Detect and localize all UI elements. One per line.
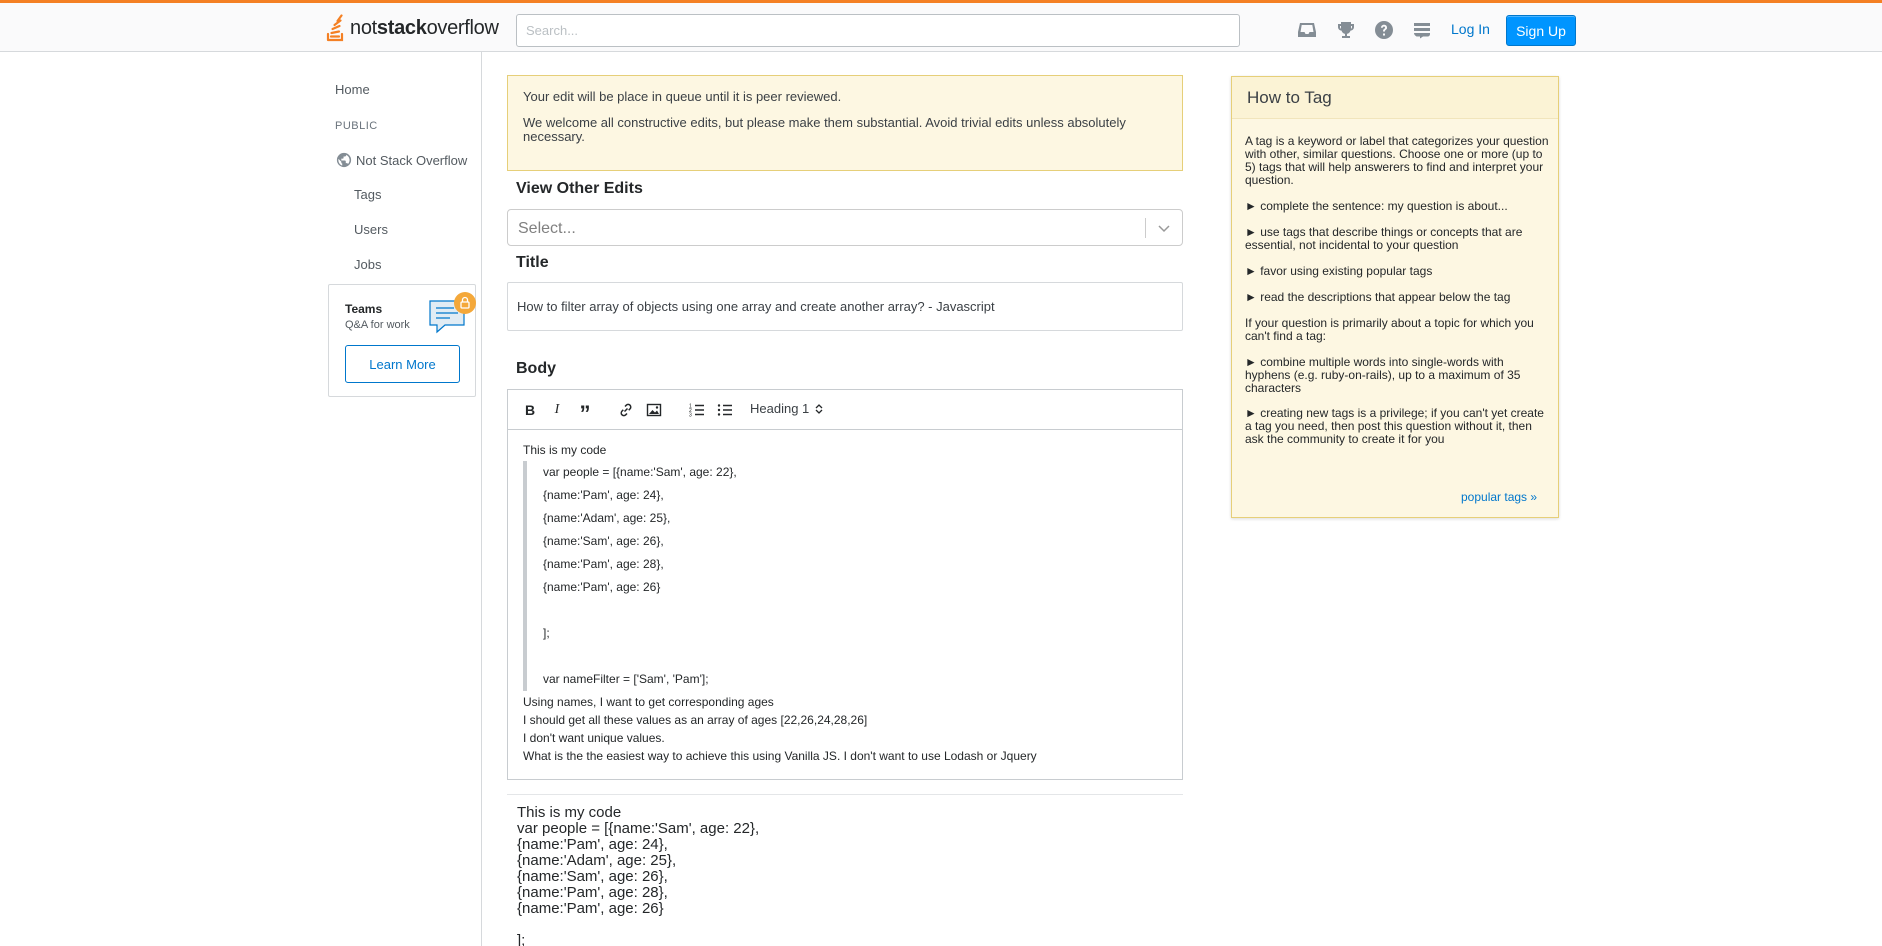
editor-text-after-quote: Using names, I want to get corresponding… — [523, 693, 1173, 765]
preview-line: {name:'Pam', age: 26} — [517, 900, 664, 917]
sidebar-item-label: Not Stack Overflow — [356, 152, 468, 168]
sidebar-item-users[interactable]: Users — [354, 222, 388, 237]
tag-tip: ► read the descriptions that appear belo… — [1245, 290, 1511, 304]
select-placeholder: Select... — [518, 220, 576, 237]
preview-line: {name:'Adam', age: 25}, — [517, 852, 677, 869]
image-icon — [646, 403, 662, 417]
stack-logo-icon — [326, 14, 344, 42]
preview-line: {name:'Sam', age: 26}, — [517, 868, 668, 885]
link-button[interactable] — [615, 400, 637, 420]
how-to-tag-panel: How to Tag A tag is a keyword or label t… — [1231, 76, 1559, 518]
editor-content[interactable]: This is my code var people = [{name:'Sam… — [523, 441, 1173, 765]
site-logo[interactable]: notstackoverflow — [324, 14, 499, 42]
globe-icon — [336, 152, 352, 168]
preview-line: {name:'Pam', age: 24}, — [517, 836, 668, 853]
italic-button[interactable]: I — [546, 400, 568, 420]
link-icon — [620, 403, 632, 417]
other-edits-select[interactable]: Select... — [507, 209, 1183, 246]
preview-line: This is my code — [517, 804, 622, 821]
review-notice: Your edit will be place in queue until i… — [507, 75, 1183, 171]
editor-intro: This is my code — [523, 443, 607, 457]
quote-line: {name:'Pam', age: 26} — [543, 580, 661, 594]
logo-prefix: not — [350, 16, 377, 39]
select-separator — [1145, 218, 1146, 238]
title-input[interactable] — [507, 282, 1183, 331]
chevron-up-down-icon — [815, 403, 823, 414]
bold-button[interactable]: B — [519, 400, 541, 420]
editor-toolbar: B I ” 123 Heading 1 — [508, 390, 1182, 430]
sidebar-item-jobs[interactable]: Jobs — [354, 257, 381, 272]
quote-line: ]; — [543, 626, 550, 640]
quote-line — [543, 645, 1173, 668]
view-other-edits-label: View Other Edits — [516, 180, 643, 197]
tag-tip: ► creating new tags is a privilege; if y… — [1245, 406, 1544, 446]
missing-tag-intro: If your question is primarily about a to… — [1245, 316, 1534, 343]
sidebar-public-heading: PUBLIC — [335, 120, 378, 132]
notice-line-1: Your edit will be place in queue until i… — [523, 89, 842, 104]
quote-line: {name:'Pam', age: 28}, — [543, 557, 664, 571]
stack-exchange-icon[interactable] — [1410, 18, 1434, 42]
chevron-down-icon[interactable] — [1156, 220, 1172, 236]
learn-more-button[interactable]: Learn More — [345, 345, 460, 383]
body-label: Body — [516, 360, 556, 377]
login-link[interactable]: Log In — [1451, 21, 1490, 37]
quote-line — [543, 599, 1173, 622]
heading-select[interactable]: Heading 1 — [750, 401, 823, 416]
trophy-icon[interactable] — [1334, 18, 1358, 42]
logo-suffix: overflow — [426, 16, 499, 39]
quote-line: {name:'Sam', age: 26}, — [543, 534, 664, 548]
sidebar-item-home[interactable]: Home — [335, 82, 370, 97]
ordered-list-icon: 123 — [689, 404, 704, 419]
body-preview: This is my code var people = [{name:'Sam… — [507, 794, 1183, 946]
tag-tip: ► combine multiple words into single-wor… — [1245, 355, 1521, 395]
image-button[interactable] — [643, 400, 665, 420]
signup-button[interactable]: Sign Up — [1506, 15, 1576, 46]
sidebar-item-tags[interactable]: Tags — [354, 187, 381, 202]
editor-line: What is the the easiest way to achieve t… — [523, 749, 1037, 763]
unordered-list-icon — [717, 404, 732, 416]
preview-line — [517, 917, 1173, 933]
preview-line: {name:'Pam', age: 28}, — [517, 884, 668, 901]
tag-tip: ► complete the sentence: my question is … — [1245, 199, 1508, 213]
editor-line: Using names, I want to get corresponding… — [523, 695, 774, 709]
editor-line: I should get all these values as an arra… — [523, 713, 868, 727]
inbox-icon[interactable] — [1295, 18, 1319, 42]
help-icon[interactable] — [1372, 18, 1396, 42]
quote-line: var people = [{name:'Sam', age: 22}, — [543, 465, 737, 479]
how-to-tag-intro: A tag is a keyword or label that categor… — [1245, 134, 1549, 187]
notice-line-2: We welcome all constructive edits, but p… — [523, 115, 1126, 144]
numbered-list-button[interactable]: 123 — [686, 400, 708, 420]
top-bar: notstackoverflow Log In Sign Up — [0, 0, 1882, 52]
popular-tags-link[interactable]: popular tags » — [1461, 490, 1537, 504]
heading-select-value: Heading 1 — [750, 401, 810, 416]
teams-subtitle: Q&A for work — [345, 319, 410, 331]
code-blockquote: var people = [{name:'Sam', age: 22}, {na… — [523, 461, 1173, 691]
svg-text:3: 3 — [689, 413, 692, 419]
quote-line: {name:'Adam', age: 25}, — [543, 511, 671, 525]
search-input[interactable] — [516, 14, 1240, 47]
teams-chat-lock-icon — [429, 292, 476, 334]
teams-promo: Teams Q&A for work Learn More — [328, 284, 476, 397]
sidebar-item-not-stack-overflow[interactable]: Not Stack Overflow — [336, 152, 467, 168]
quote-line: {name:'Pam', age: 24}, — [543, 488, 664, 502]
title-label: Title — [516, 254, 549, 271]
preview-line: var people = [{name:'Sam', age: 22}, — [517, 820, 760, 837]
left-sidebar — [0, 52, 482, 946]
tag-tip: ► favor using existing popular tags — [1245, 264, 1433, 278]
how-to-tag-header: How to Tag — [1232, 77, 1558, 119]
quote-button[interactable]: ” — [574, 400, 596, 426]
quote-line: var nameFilter = ['Sam', 'Pam']; — [543, 672, 709, 686]
teams-title: Teams — [345, 302, 383, 316]
preview-line: ]; — [517, 932, 526, 946]
logo-text: notstackoverflow — [350, 17, 499, 40]
bulleted-list-button[interactable] — [714, 400, 736, 420]
how-to-tag-title: How to Tag — [1247, 88, 1332, 107]
body-editor[interactable]: B I ” 123 Heading 1 This is my code var … — [507, 389, 1183, 780]
logo-bold: stack — [376, 16, 427, 39]
editor-line: I don't want unique values. — [523, 731, 665, 745]
tag-tip: ► use tags that describe things or conce… — [1245, 225, 1523, 252]
